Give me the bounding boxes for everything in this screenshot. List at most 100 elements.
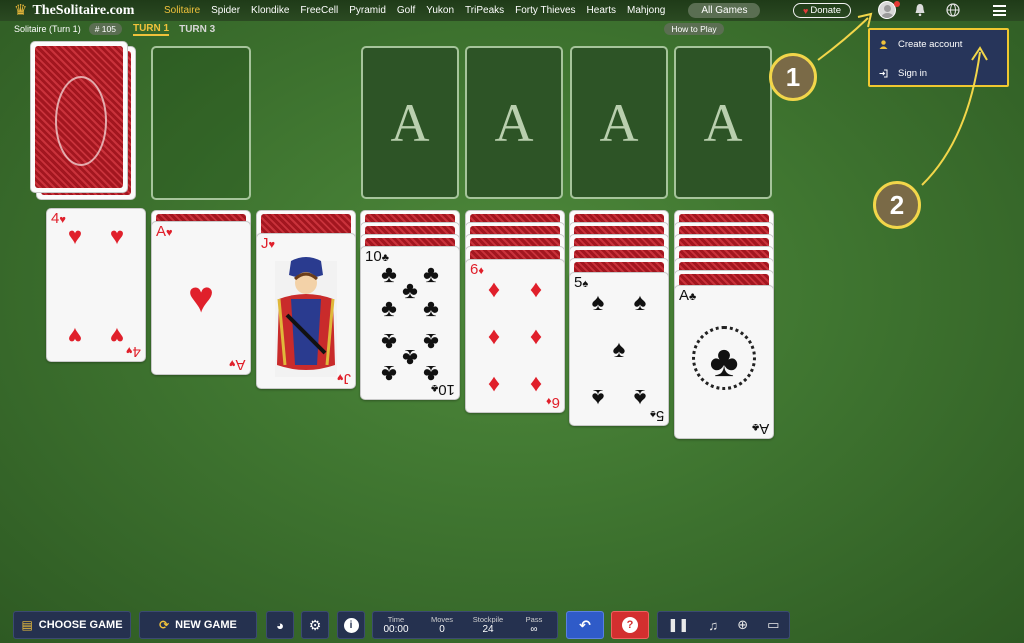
undo-icon: ↶: [579, 616, 591, 633]
sign-in-icon: [879, 69, 888, 78]
undo-button[interactable]: ↶: [566, 611, 604, 639]
suit-pip: ♥: [187, 273, 215, 322]
choose-game-label: CHOOSE GAME: [38, 619, 123, 631]
create-account-label: Create account: [898, 39, 963, 50]
info-icon: i: [343, 617, 359, 633]
foundation-label: A: [703, 92, 743, 153]
tableau-card-2[interactable]: A♥ ♥ A♥: [151, 221, 251, 375]
nav-klondike[interactable]: Klondike: [251, 5, 289, 16]
suit-pip: ♦: [487, 371, 501, 398]
suit-pip: ♦: [529, 276, 543, 303]
nav-forty-thieves[interactable]: Forty Thieves: [515, 5, 575, 16]
stat-time: Time 00:00: [383, 615, 409, 635]
tableau-card-5[interactable]: 6♦ ♦ ♦ ♦ ♦ ♦ ♦ 6♦: [465, 259, 565, 413]
all-games-button[interactable]: All Games: [688, 3, 761, 18]
fullscreen-icon[interactable]: ▭: [767, 617, 779, 633]
pause-icon[interactable]: ❚❚: [668, 617, 690, 633]
notification-dot: [894, 1, 900, 7]
nav-solitaire[interactable]: Solitaire: [164, 5, 200, 16]
foundation-slot-4[interactable]: A: [674, 46, 772, 199]
hint-button[interactable]: ?: [611, 611, 649, 639]
new-game-label: NEW GAME: [175, 619, 237, 631]
how-to-play-button[interactable]: How to Play: [664, 23, 724, 35]
tab-turn-3[interactable]: TURN 3: [179, 24, 215, 35]
gear-icon: ⚙: [308, 616, 322, 633]
nav-yukon[interactable]: Yukon: [426, 5, 454, 16]
card-corner: J♥: [336, 370, 351, 387]
nav-spider[interactable]: Spider: [211, 5, 240, 16]
crown-icon: ♛: [14, 2, 28, 19]
cards-icon: ▤: [21, 618, 33, 632]
game-number-badge: # 105: [88, 23, 122, 35]
zoom-icon[interactable]: ⊕: [737, 617, 748, 633]
create-account-item[interactable]: Create account: [879, 39, 962, 50]
hamburger-menu-icon[interactable]: [993, 5, 1006, 16]
nav-mahjong[interactable]: Mahjong: [627, 5, 665, 16]
question-icon: ?: [622, 617, 638, 633]
card-corner: 5♠: [574, 274, 589, 291]
suit-pip: ♣: [423, 261, 439, 288]
suit-pip: ♣: [423, 295, 439, 322]
suit-pip: ♣: [709, 337, 739, 386]
suit-pip: ♥: [109, 322, 125, 349]
suit-pip: ♣: [381, 295, 397, 322]
foundation-label: A: [390, 92, 430, 153]
nav-golf[interactable]: Golf: [397, 5, 415, 16]
new-game-button[interactable]: ⟳ NEW GAME: [139, 611, 257, 639]
suit-pip: ♥: [67, 322, 83, 349]
suit-pip: ♦: [487, 276, 501, 303]
tableau-card-4[interactable]: 10♣ ♣ ♣ ♣ ♣ ♣ ♣ ♣ ♣ ♣ ♣ 10♣: [360, 246, 460, 400]
account-dropdown: Create account Sign in: [868, 28, 1009, 87]
donate-button[interactable]: ♥ Donate: [793, 3, 851, 18]
site-name: TheSolitaire.com: [32, 2, 135, 18]
game-nav: Solitaire Spider Klondike FreeCell Pyram…: [164, 3, 761, 18]
heart-icon: ♥: [803, 5, 809, 16]
card-corner: A♣: [679, 287, 697, 304]
nav-tripeaks[interactable]: TriPeaks: [465, 5, 504, 16]
suit-pip: ♠: [591, 289, 605, 316]
theme-button[interactable]: ◕: [266, 611, 294, 639]
stat-stockpile: Stockpile 24: [472, 615, 504, 635]
foundation-slot-1[interactable]: A: [361, 46, 459, 199]
card-corner: 5♠: [649, 407, 664, 424]
music-icon[interactable]: ♫: [708, 618, 718, 633]
sign-in-item[interactable]: Sign in: [879, 68, 927, 79]
game-tools: ❚❚ ♫ ⊕ ▭: [657, 611, 790, 639]
suit-pip: ♠: [612, 336, 626, 363]
card-corner: A♣: [751, 420, 769, 437]
jack-portrait: [275, 257, 337, 377]
foundation-label: A: [599, 92, 639, 153]
foundation-slot-3[interactable]: A: [570, 46, 668, 199]
suit-pip: ♣: [381, 261, 397, 288]
site-logo[interactable]: ♛ TheSolitaire.com: [14, 3, 164, 19]
foundation-slot-2[interactable]: A: [465, 46, 563, 199]
globe-icon[interactable]: [946, 3, 960, 17]
settings-button[interactable]: ⚙: [301, 611, 329, 639]
card-corner: J♥: [261, 235, 276, 252]
stock-pile[interactable]: [30, 41, 128, 193]
suit-pip: ♥: [67, 223, 83, 250]
donate-label: Donate: [810, 5, 841, 16]
tableau-card-1[interactable]: 4♥ ♥ ♥ ♥ ♥ 4♥: [46, 208, 146, 362]
card-corner: 6♦: [470, 261, 484, 278]
tab-turn-1[interactable]: TURN 1: [132, 23, 170, 36]
card-corner: 4♥: [126, 343, 141, 360]
waste-pile-slot[interactable]: [151, 46, 251, 200]
info-button[interactable]: i: [337, 611, 365, 639]
suit-pip: ♠: [633, 289, 647, 316]
tableau-card-3[interactable]: J♥ J♥: [256, 233, 356, 389]
nav-hearts[interactable]: Hearts: [587, 5, 616, 16]
tableau-card-7[interactable]: A♣ ♣ A♣: [674, 285, 774, 439]
choose-game-button[interactable]: ▤ CHOOSE GAME: [13, 611, 131, 639]
suit-pip: ♣: [381, 328, 397, 355]
bell-icon[interactable]: [913, 3, 927, 17]
suit-pip: ♣: [402, 344, 418, 371]
game-stats: Time 00:00 Moves 0 Stockpile 24 Pass ∞: [372, 611, 558, 639]
tableau-card-6[interactable]: 5♠ ♠ ♠ ♠ ♠ ♠ 5♠: [569, 272, 669, 426]
sign-in-label: Sign in: [898, 68, 928, 79]
suit-pip: ♦: [529, 323, 543, 350]
suit-pip: ♦: [487, 323, 501, 350]
nav-pyramid[interactable]: Pyramid: [349, 5, 386, 16]
nav-freecell[interactable]: FreeCell: [300, 5, 338, 16]
card-corner: 4♥: [51, 210, 66, 227]
